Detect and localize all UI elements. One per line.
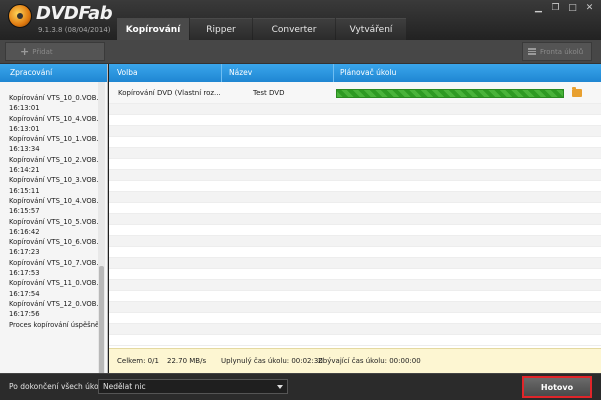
empty-row bbox=[109, 115, 601, 126]
empty-row bbox=[109, 192, 601, 203]
maximize-icon[interactable]: □ bbox=[567, 3, 578, 14]
task-queue-button[interactable]: Fronta úkolů bbox=[522, 42, 592, 61]
add-button[interactable]: + Přidat bbox=[5, 42, 105, 61]
task-queue-label: Fronta úkolů bbox=[540, 47, 584, 56]
log-line: 16:17:56 bbox=[9, 310, 40, 319]
toolbar: + Přidat Fronta úkolů bbox=[0, 40, 601, 64]
log-line: Kopírování VTS_10_4.VOB... bbox=[9, 114, 98, 123]
log-line: 16:17:23 bbox=[9, 248, 40, 257]
log-line: 16:17:53 bbox=[9, 269, 40, 278]
add-button-label: Přidat bbox=[32, 47, 53, 56]
empty-row bbox=[109, 291, 601, 302]
after-completion-select[interactable]: Nedělat nic bbox=[98, 379, 288, 394]
after-completion-label: Po dokončení všech úkolů: bbox=[9, 382, 108, 391]
restore-icon[interactable]: ❐ bbox=[550, 3, 561, 14]
version-label: 9.1.3.8 (08/04/2014) bbox=[38, 26, 111, 34]
close-icon[interactable]: ✕ bbox=[584, 3, 595, 14]
log-line: 16:15:11 bbox=[9, 186, 40, 195]
window-controls: ▁ ❐ □ ✕ bbox=[533, 3, 595, 14]
status-bar: Celkem: 0/1 22.70 MB/s Uplynulý čas úkol… bbox=[109, 348, 601, 373]
minimize-icon[interactable]: ▁ bbox=[533, 3, 544, 14]
log-line: Kopírování VTS_11_0.VOB... bbox=[9, 279, 98, 288]
log-line: Kopírování VTS_10_7.VOB... bbox=[9, 258, 98, 267]
column-nazev[interactable]: Název bbox=[229, 64, 252, 82]
processing-header: Zpracování bbox=[0, 64, 107, 82]
empty-row bbox=[109, 214, 601, 225]
empty-row bbox=[109, 148, 601, 159]
table-header: Volba Název Plánovač úkolu bbox=[109, 64, 601, 82]
task-table: Volba Název Plánovač úkolu Kopírování DV… bbox=[109, 64, 601, 373]
log-line: 16:16:42 bbox=[9, 227, 40, 236]
processing-panel: Zpracování Kopírování VTS_10_0.VOB... 16:… bbox=[0, 64, 108, 400]
log-line: Kopírování VTS_10_4.VOB... bbox=[9, 196, 98, 205]
log-line: 16:13:01 bbox=[9, 104, 40, 113]
tab-kopirovani[interactable]: Kopírování bbox=[117, 18, 189, 40]
empty-row bbox=[109, 247, 601, 258]
list-icon bbox=[528, 48, 536, 55]
log-line: Kopírování VTS_10_6.VOB... bbox=[9, 238, 98, 247]
empty-row bbox=[109, 181, 601, 192]
empty-row bbox=[109, 137, 601, 148]
empty-row bbox=[109, 170, 601, 181]
column-planovac[interactable]: Plánovač úkolu bbox=[340, 64, 396, 82]
after-completion-value: Nedělat nic bbox=[103, 382, 146, 391]
empty-row bbox=[109, 225, 601, 236]
log-line: 16:13:01 bbox=[9, 124, 40, 133]
empty-row bbox=[109, 324, 601, 335]
log-line: Kopírování VTS_10_5.VOB... bbox=[9, 217, 98, 226]
empty-row bbox=[109, 236, 601, 247]
empty-row bbox=[109, 126, 601, 137]
log-line: 16:14:21 bbox=[9, 166, 40, 175]
title-bar: DVDFab 9.1.3.8 (08/04/2014) Kopírování R… bbox=[0, 0, 601, 40]
tab-vytvareni[interactable]: Vytváření bbox=[336, 18, 406, 40]
folder-icon[interactable] bbox=[572, 87, 582, 97]
empty-row bbox=[109, 280, 601, 291]
dvdfab-logo-icon bbox=[8, 4, 32, 28]
status-total: Celkem: 0/1 bbox=[117, 357, 159, 365]
module-tabs: Kopírování Ripper Converter Vytváření bbox=[117, 18, 407, 40]
empty-row bbox=[109, 269, 601, 280]
table-body: Kopírování DVD (Vlastní roz... Test DVD bbox=[109, 82, 601, 348]
empty-row bbox=[109, 313, 601, 324]
log-line: Kopírování VTS_10_2.VOB... bbox=[9, 155, 98, 164]
bottom-bar: Po dokončení všech úkolů: Nedělat nic Ho… bbox=[0, 373, 601, 400]
column-volba[interactable]: Volba bbox=[117, 64, 138, 82]
task-progress-bar bbox=[336, 89, 564, 98]
status-elapsed: Uplynulý čas úkolu: 00:02:30 bbox=[221, 357, 323, 365]
processing-log: Kopírování VTS_10_0.VOB... 16:13:01 Kopíro… bbox=[0, 93, 98, 330]
log-line: Kopírování VTS_12_0.VOB... bbox=[9, 299, 98, 308]
empty-row bbox=[109, 258, 601, 269]
empty-row bbox=[109, 104, 601, 115]
empty-row bbox=[109, 335, 601, 346]
brand-name: DVDFab bbox=[36, 3, 113, 24]
plus-icon: + bbox=[20, 45, 30, 58]
log-line: Proces kopírování úspěšně dc bbox=[9, 320, 98, 329]
status-speed: 22.70 MB/s bbox=[167, 357, 207, 365]
table-row[interactable]: Kopírování DVD (Vlastní roz... Test DVD bbox=[109, 82, 601, 104]
row-volba: Kopírování DVD (Vlastní roz... bbox=[118, 89, 221, 97]
empty-row bbox=[109, 302, 601, 313]
chevron-down-icon bbox=[277, 385, 283, 389]
empty-row bbox=[109, 203, 601, 214]
log-line: 16:17:54 bbox=[9, 289, 40, 298]
tab-converter[interactable]: Converter bbox=[253, 18, 335, 40]
done-button[interactable]: Hotovo bbox=[522, 376, 592, 398]
log-line: 16:13:34 bbox=[9, 145, 40, 154]
log-line: Kopírování VTS_10_1.VOB... bbox=[9, 135, 98, 144]
empty-row bbox=[109, 159, 601, 170]
log-line: 16:15:57 bbox=[9, 207, 40, 216]
log-line: Kopírování VTS_10_0.VOB... bbox=[9, 94, 98, 102]
log-line: Kopírování VTS_10_3.VOB... bbox=[9, 176, 98, 185]
status-remaining: Zbývající čas úkolu: 00:00:00 bbox=[318, 357, 421, 365]
row-nazev: Test DVD bbox=[253, 89, 285, 97]
tab-ripper[interactable]: Ripper bbox=[190, 18, 252, 40]
